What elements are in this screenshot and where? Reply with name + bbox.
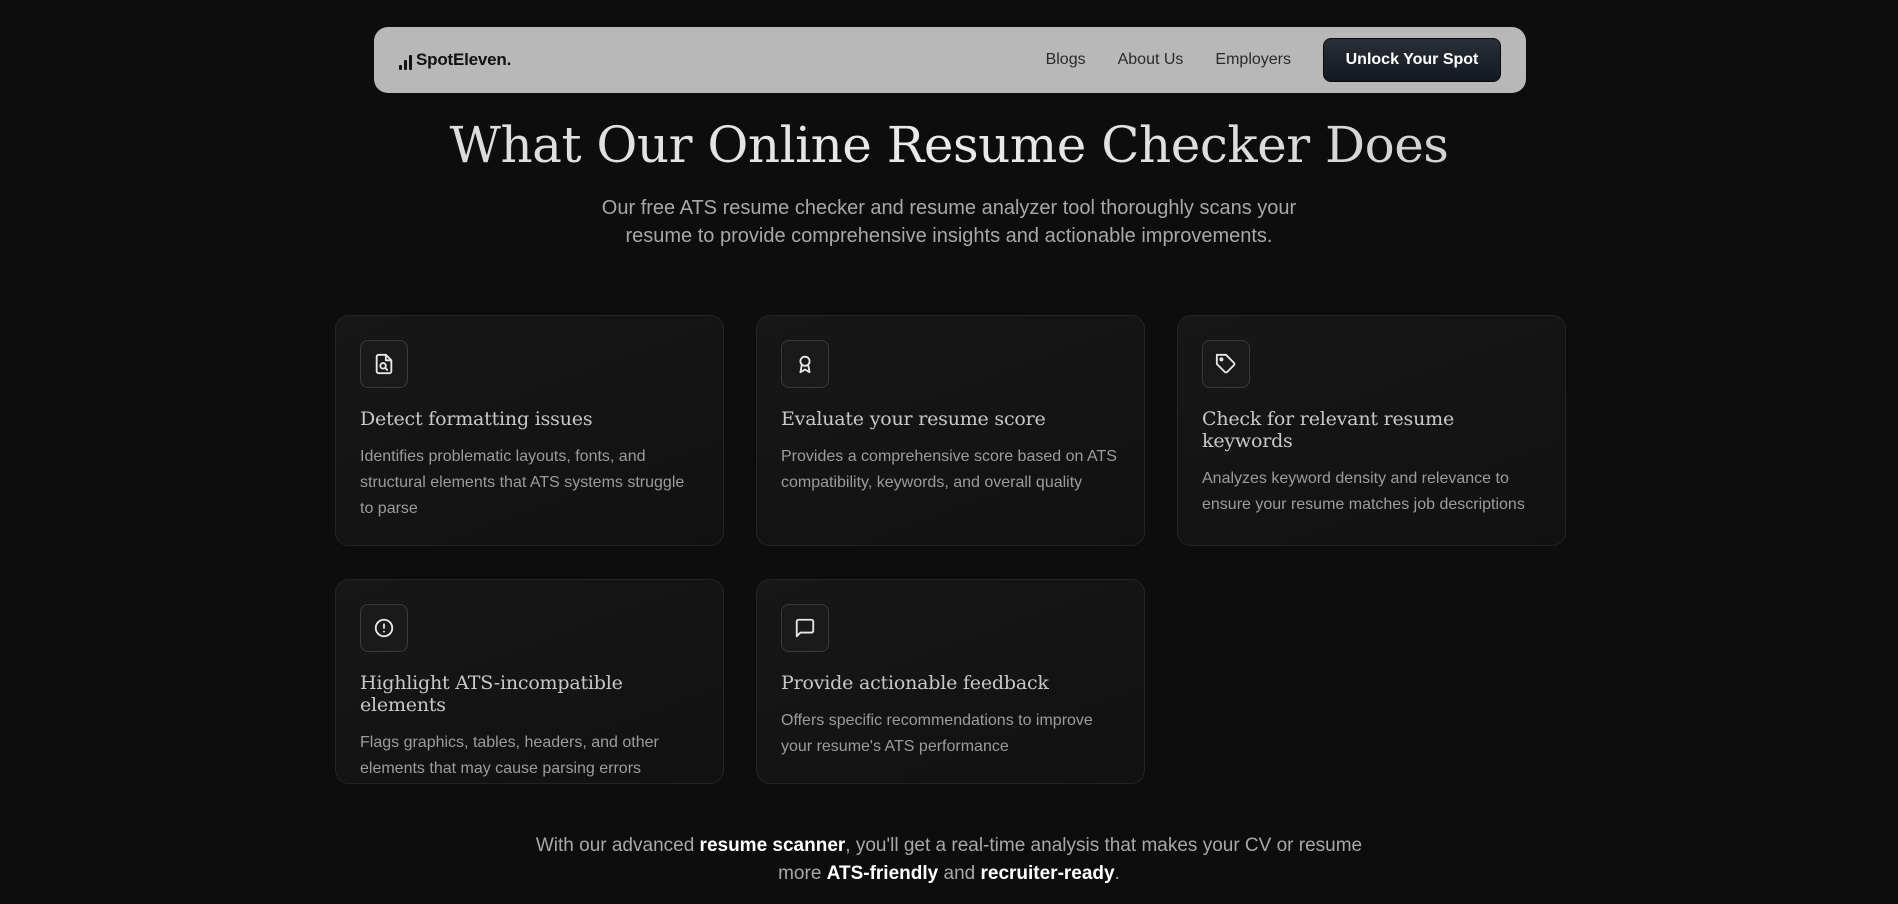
summary-highlight: ATS-friendly: [826, 863, 939, 884]
brand-name: SpotEleven.: [416, 50, 512, 69]
page-subtitle: Our free ATS resume checker and resume a…: [601, 197, 1297, 247]
summary-text: and: [938, 863, 981, 884]
page-title: What Our Online Resume Checker Does: [0, 116, 1898, 174]
feature-description: Offers specific recommendations to impro…: [781, 712, 1093, 755]
feature-card-feedback: Provide actionable feedback Offers speci…: [756, 579, 1145, 784]
nav-link-blogs[interactable]: Blogs: [1046, 51, 1086, 69]
summary-text: With our advanced: [535, 835, 700, 856]
feature-title: Evaluate your resume score: [781, 408, 1046, 430]
summary-paragraph: With our advanced resume scanner, you'll…: [524, 832, 1374, 888]
summary-highlight: recruiter-ready: [980, 863, 1115, 884]
nav-link-employers[interactable]: Employers: [1215, 51, 1291, 69]
feature-description: Flags graphics, tables, headers, and oth…: [360, 734, 659, 777]
nav-links: Blogs About Us Employers Unlock Your Spo…: [1046, 38, 1501, 82]
feature-title: Detect formatting issues: [360, 408, 593, 430]
feature-card-keywords: Check for relevant resume keywords Analy…: [1177, 315, 1566, 546]
brand-logo[interactable]: SpotEleven.: [399, 50, 511, 70]
summary-highlight: resume scanner: [699, 835, 846, 856]
feature-description: Provides a comprehensive score based on …: [781, 448, 1117, 491]
nav-link-about-us[interactable]: About Us: [1118, 51, 1184, 69]
unlock-your-spot-button[interactable]: Unlock Your Spot: [1323, 38, 1501, 82]
feature-card-formatting: Detect formatting issues Identifies prob…: [335, 315, 724, 546]
summary-text: .: [1114, 863, 1120, 884]
top-navbar: SpotEleven. Blogs About Us Employers Unl…: [374, 27, 1526, 93]
feature-card-score: Evaluate your resume score Provides a co…: [756, 315, 1145, 546]
file-search-icon: [360, 340, 408, 388]
message-square-icon: [781, 604, 829, 652]
feature-description: Analyzes keyword density and relevance t…: [1202, 470, 1525, 513]
feature-description: Identifies problematic layouts, fonts, a…: [360, 448, 685, 517]
award-icon: [781, 340, 829, 388]
feature-title: Highlight ATS-incompatible elements: [360, 672, 623, 716]
alert-circle-icon: [360, 604, 408, 652]
feature-title: Provide actionable feedback: [781, 672, 1049, 694]
feature-card-incompatible: Highlight ATS-incompatible elements Flag…: [335, 579, 724, 784]
signal-bars-icon: [399, 54, 412, 70]
feature-title: Check for relevant resume keywords: [1202, 408, 1455, 452]
tag-icon: [1202, 340, 1250, 388]
